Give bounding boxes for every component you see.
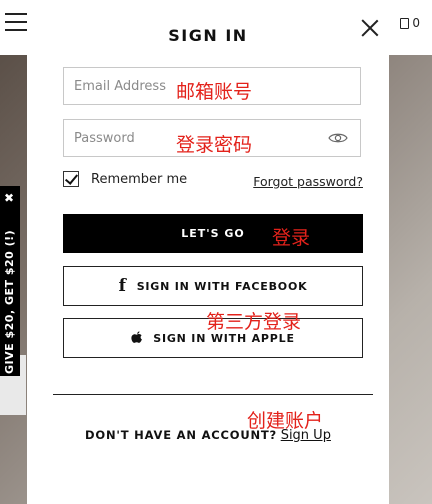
- facebook-button-label: SIGN IN WITH FACEBOOK: [136, 279, 308, 293]
- menu-icon[interactable]: [5, 13, 27, 31]
- promo-tab[interactable]: ✖ GIVE $20, GET $20 (!): [0, 186, 20, 376]
- annotation-login: 登录: [272, 227, 311, 249]
- annotation-password: 登录密码: [176, 134, 253, 156]
- annotation-email: 邮箱账号: [176, 81, 253, 103]
- remember-label: Remember me: [91, 171, 188, 187]
- signup-row: DON'T HAVE AN ACCOUNT? Sign Up: [27, 428, 389, 443]
- remember-me[interactable]: Remember me: [63, 171, 187, 187]
- apple-icon: [131, 331, 143, 343]
- facebook-icon: f: [118, 275, 127, 296]
- modal-title: SIGN IN: [168, 26, 248, 45]
- cart-button[interactable]: 0: [400, 16, 420, 30]
- forgot-password-link[interactable]: Forgot password?: [253, 174, 363, 189]
- promo-text: GIVE $20, GET $20 (!): [3, 229, 16, 374]
- promo-close-icon[interactable]: ✖: [1, 191, 17, 205]
- eye-icon[interactable]: [328, 132, 348, 144]
- facebook-sign-in-button[interactable]: f SIGN IN WITH FACEBOOK: [63, 266, 363, 306]
- lets-go-label: LET'S GO: [181, 227, 245, 240]
- lets-go-button[interactable]: LET'S GO: [63, 214, 363, 253]
- annotation-third-party: 第三方登录: [206, 311, 302, 333]
- bag-icon: [400, 17, 410, 29]
- sign-in-modal: SIGN IN Remember me Forgot password? LET…: [27, 0, 389, 504]
- annotation-create-account: 创建账户: [247, 410, 324, 432]
- divider: [53, 394, 373, 395]
- cart-count: 0: [412, 16, 420, 30]
- checkbox-checked-icon[interactable]: [63, 171, 79, 187]
